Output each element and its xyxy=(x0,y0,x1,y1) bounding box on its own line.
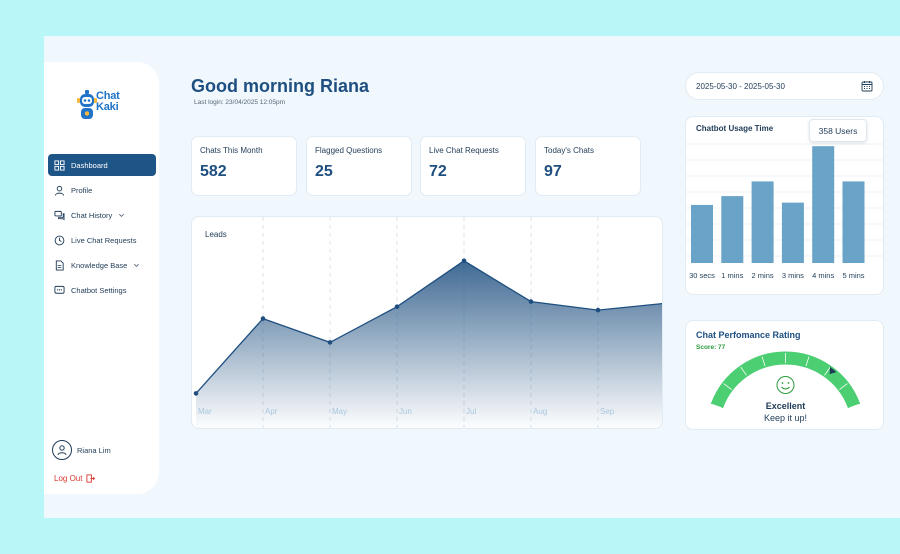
usage-bar[interactable] xyxy=(842,181,865,263)
sidebar-item-profile[interactable]: Profile xyxy=(48,179,156,201)
user-avatar-icon xyxy=(57,445,67,456)
x-tick-label: 2 mins xyxy=(752,271,774,280)
logout-label: Log Out xyxy=(54,474,83,483)
data-point[interactable] xyxy=(260,316,266,321)
document-icon xyxy=(54,259,65,271)
user-profile[interactable]: Riana Lim xyxy=(52,440,111,460)
sidebar-item-dashboard[interactable]: Dashboard xyxy=(48,154,156,176)
page-title: Good morning Riana xyxy=(191,76,369,96)
usage-chart: 30 secs 1 mins 2 mins 3 mins 4 mins 5 mins xyxy=(686,143,883,280)
sidebar-item-knowledge-base[interactable]: Knowledge Base xyxy=(48,254,156,276)
sidebar: Chat Kaki Dashboard Profile Chat History… xyxy=(44,62,159,494)
smiley-icon xyxy=(776,376,795,394)
logo: Chat Kaki xyxy=(76,90,136,126)
x-tick-label: 30 secs xyxy=(689,271,715,280)
robot-logo-icon xyxy=(77,90,97,119)
sidebar-item-live-chat-requests[interactable]: Live Chat Requests xyxy=(48,229,156,251)
grid-icon xyxy=(54,159,65,171)
stat-value: 25 xyxy=(315,163,333,180)
data-point[interactable] xyxy=(461,258,467,264)
stat-value: 97 xyxy=(544,163,562,180)
brand-line-2: Kaki xyxy=(96,101,119,113)
x-tick-label: 1 mins xyxy=(721,271,743,280)
stat-card-chats-this-month[interactable]: Chats This Month 582 xyxy=(191,136,297,196)
x-tick-label: Apr xyxy=(265,407,278,416)
x-tick-label: Jul xyxy=(466,407,476,416)
performance-title: Chat Perfomance Rating xyxy=(696,330,801,340)
sidebar-item-chatbot-settings[interactable]: Chatbot Settings xyxy=(48,279,156,301)
usage-bar[interactable] xyxy=(751,181,774,263)
performance-score: Score: 77 xyxy=(696,344,726,351)
data-point[interactable] xyxy=(327,340,333,345)
stat-label: Chats This Month xyxy=(200,146,263,155)
x-tick-label: Aug xyxy=(533,407,547,416)
x-tick-label: 4 mins xyxy=(812,271,834,280)
stat-label: Today's Chats xyxy=(544,146,594,155)
logout-button[interactable]: Log Out xyxy=(54,474,96,483)
x-tick-label: Jun xyxy=(399,407,412,416)
sidebar-nav: Dashboard Profile Chat History Live Chat… xyxy=(48,154,156,304)
sidebar-item-label: Chatbot Settings xyxy=(71,285,127,295)
stat-label: Live Chat Requests xyxy=(429,146,499,155)
x-tick-label: Mar xyxy=(198,407,212,416)
stat-card-todays-chats[interactable]: Today's Chats 97 xyxy=(535,136,641,196)
last-login-text: Last login: 23/04/2025 12:05pm xyxy=(194,99,286,106)
stat-label: Flagged Questions xyxy=(315,146,383,155)
leads-chart-card: Mar Apr May Jun Jul Aug Sep Leads xyxy=(191,216,663,429)
stat-value: 72 xyxy=(429,163,447,180)
date-range-value: 2025-05-30 - 2025-05-30 xyxy=(696,81,785,91)
sidebar-item-label: Dashboard xyxy=(71,160,108,170)
leads-chart-title: Leads xyxy=(205,230,227,239)
usage-bar[interactable] xyxy=(781,202,804,263)
stat-value: 582 xyxy=(200,163,227,180)
logout-icon xyxy=(86,474,96,483)
sidebar-item-label: Knowledge Base xyxy=(71,260,128,270)
chevron-down-icon[interactable] xyxy=(118,212,125,219)
usage-bar[interactable] xyxy=(721,196,744,263)
data-point[interactable] xyxy=(394,304,400,309)
bar-tooltip: 358 Users xyxy=(809,119,867,142)
chat-dots-icon xyxy=(54,285,65,296)
usage-chart-title: Chatbot Usage Time xyxy=(696,124,774,133)
calendar-icon[interactable] xyxy=(861,80,873,92)
x-tick-label: 3 mins xyxy=(782,271,804,280)
x-tick-label: 5 mins xyxy=(842,271,864,280)
usage-chart-card: 30 secs 1 mins 2 mins 3 mins 4 mins 5 mins Ch… xyxy=(685,116,884,295)
usage-bar[interactable] xyxy=(691,204,713,263)
performance-card: Chat Perfomance Rating Score: 77 Excelle… xyxy=(685,320,884,430)
chevron-down-icon[interactable] xyxy=(133,262,140,269)
performance-message: Keep it up! xyxy=(763,413,808,423)
data-point[interactable] xyxy=(528,299,534,304)
x-tick-label: May xyxy=(332,407,347,416)
leads-area-fill xyxy=(196,260,662,428)
clock-icon xyxy=(54,235,65,246)
avatar xyxy=(52,440,72,460)
stat-card-flagged-questions[interactable]: Flagged Questions 25 xyxy=(306,136,412,196)
data-point[interactable] xyxy=(193,391,199,396)
app-window: Chat Kaki Dashboard Profile Chat History… xyxy=(44,36,900,518)
sidebar-item-chat-history[interactable]: Chat History xyxy=(48,204,156,226)
data-point[interactable] xyxy=(595,307,601,313)
stat-card-live-chat-requests[interactable]: Live Chat Requests 72 xyxy=(420,136,526,196)
leads-chart: Mar Apr May Jun Jul Aug Sep xyxy=(193,217,662,428)
sidebar-item-label: Profile xyxy=(71,185,93,195)
user-icon xyxy=(54,185,65,196)
gauge-arc xyxy=(710,351,861,409)
brand-name: Chat Kaki xyxy=(96,91,120,113)
sidebar-item-label: Chat History xyxy=(71,210,113,220)
usage-bar[interactable] xyxy=(812,146,835,263)
x-tick-label: Sep xyxy=(600,407,615,416)
sidebar-item-label: Live Chat Requests xyxy=(71,235,137,245)
user-name: Riana Lim xyxy=(77,445,111,455)
date-range-picker[interactable]: 2025-05-30 - 2025-05-30 xyxy=(685,72,884,100)
chat-bubbles-icon xyxy=(54,210,65,221)
performance-status: Excellent xyxy=(765,401,806,411)
